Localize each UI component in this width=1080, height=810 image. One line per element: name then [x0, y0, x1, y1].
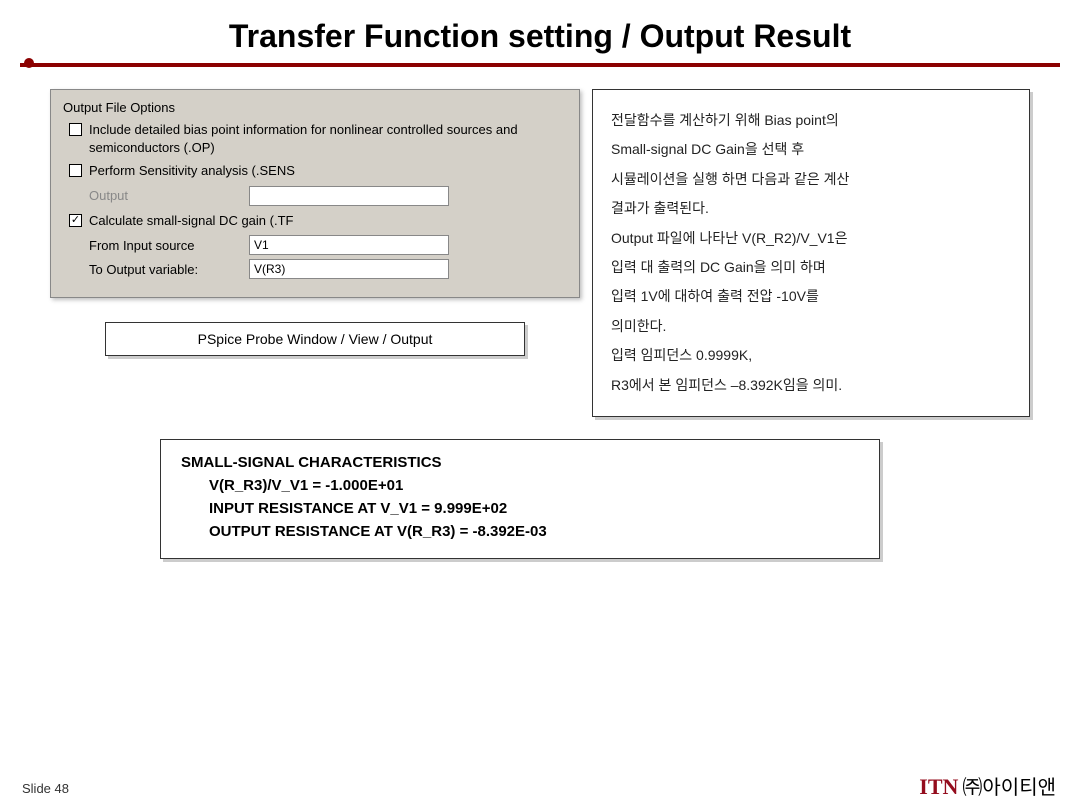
desc-line: 입력 대 출력의 DC Gain을 의미 하며	[611, 253, 1011, 282]
option-label: Calculate small-signal DC gain (.TF	[89, 212, 567, 230]
desc-line: 입력 임피던스 0.9999K,	[611, 341, 1011, 370]
content-row: Output File Options Include detailed bia…	[0, 67, 1080, 417]
option-tf[interactable]: Calculate small-signal DC gain (.TF	[69, 212, 567, 230]
from-input-label: From Input source	[89, 238, 249, 253]
checkbox-unchecked-icon[interactable]	[69, 164, 82, 177]
results-heading: SMALL-SIGNAL CHARACTERISTICS	[181, 454, 859, 471]
desc-line: 입력 1V에 대하여 출력 전압 -10V를	[611, 282, 1011, 311]
left-column: Output File Options Include detailed bia…	[50, 89, 580, 356]
desc-line: Output 파일에 나타난 V(R_R2)/V_V1은	[611, 224, 1011, 253]
desc-line: 의미한다.	[611, 312, 1011, 341]
right-column: 전달함수를 계산하기 위해 Bias point의 Small-signal D…	[592, 89, 1030, 417]
to-output-label: To Output variable:	[89, 262, 249, 277]
logo-text-itn: ITN	[919, 774, 958, 799]
from-input-field[interactable]	[249, 235, 449, 255]
desc-line: Small-signal DC Gain을 선택 후	[611, 135, 1011, 164]
desc-line: R3에서 본 임피던스 –8.392K임을 의미.	[611, 371, 1011, 400]
to-output-field[interactable]	[249, 259, 449, 279]
sensitivity-output-row: Output	[89, 186, 567, 206]
option-label: Include detailed bias point information …	[89, 121, 567, 156]
desc-line: 시뮬레이션을 실행 하면 다음과 같은 계산	[611, 165, 1011, 194]
desc-line: 결과가 출력된다.	[611, 194, 1011, 223]
tf-from-row: From Input source	[89, 235, 567, 255]
title-accent-line	[20, 63, 1060, 67]
slide-number: Slide 48	[22, 781, 69, 796]
option-label: Perform Sensitivity analysis (.SENS	[89, 162, 567, 180]
company-logo: ITN㈜아이티앤	[919, 771, 1056, 800]
checkbox-checked-icon[interactable]	[69, 214, 82, 227]
output-label: Output	[89, 188, 249, 203]
checkbox-unchecked-icon[interactable]	[69, 123, 82, 136]
sensitivity-output-input[interactable]	[249, 186, 449, 206]
probe-caption-box: PSpice Probe Window / View / Output	[105, 322, 525, 356]
page-title: Transfer Function setting / Output Resul…	[0, 0, 1080, 63]
result-line: OUTPUT RESISTANCE AT V(R_R3) = -8.392E-0…	[209, 523, 859, 540]
option-sensitivity[interactable]: Perform Sensitivity analysis (.SENS	[69, 162, 567, 180]
tf-to-row: To Output variable:	[89, 259, 567, 279]
results-box: SMALL-SIGNAL CHARACTERISTICS V(R_R3)/V_V…	[160, 439, 880, 559]
result-line: INPUT RESISTANCE AT V_V1 = 9.999E+02	[209, 500, 859, 517]
desc-line: 전달함수를 계산하기 위해 Bias point의	[611, 106, 1011, 135]
option-include-op[interactable]: Include detailed bias point information …	[69, 121, 567, 156]
groupbox-label: Output File Options	[63, 100, 567, 115]
description-box: 전달함수를 계산하기 위해 Bias point의 Small-signal D…	[592, 89, 1030, 417]
output-file-options-dialog: Output File Options Include detailed bia…	[50, 89, 580, 298]
logo-text-kr: ㈜아이티앤	[962, 777, 1056, 799]
result-line: V(R_R3)/V_V1 = -1.000E+01	[209, 477, 859, 494]
